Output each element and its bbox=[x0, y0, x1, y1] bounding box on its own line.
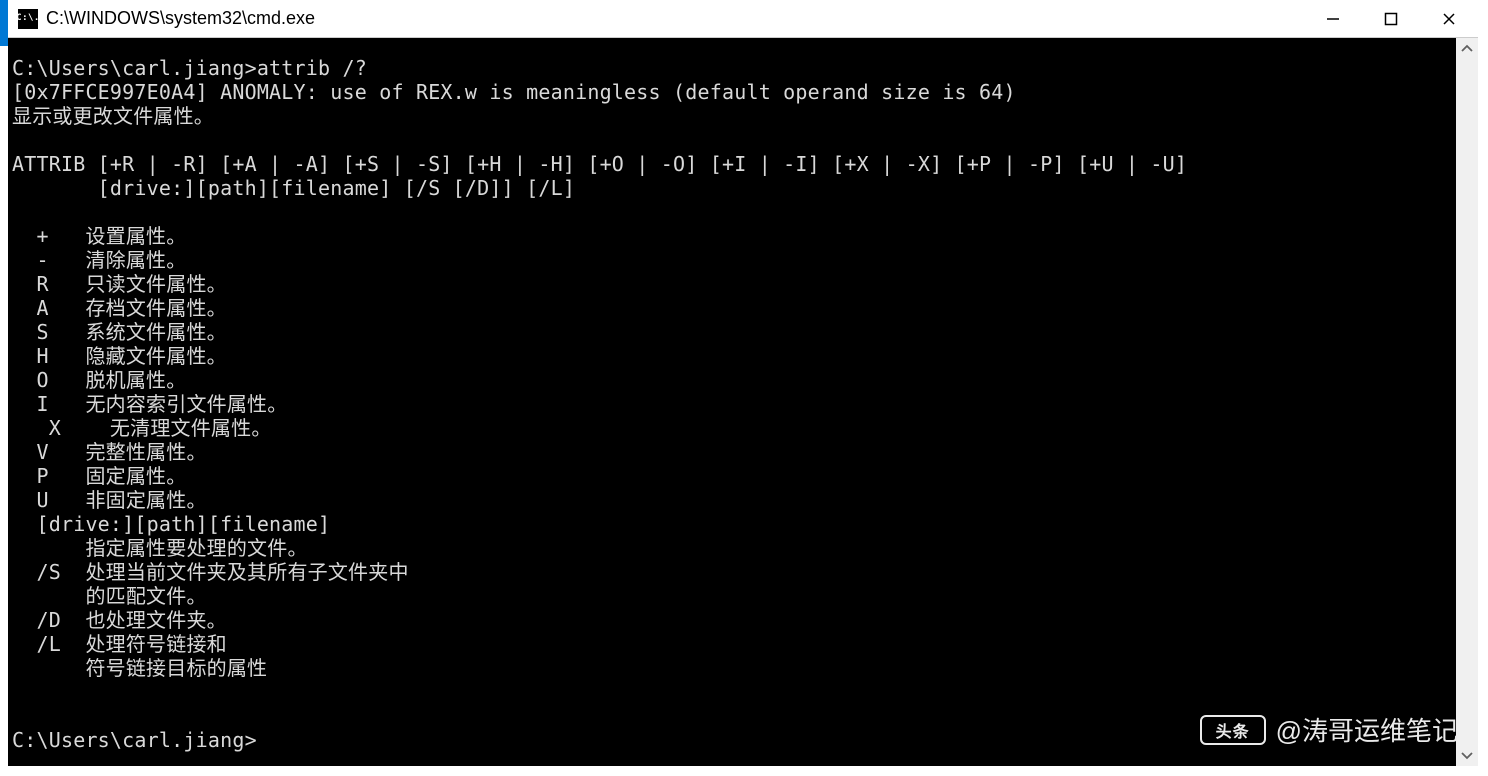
output-line: [0x7FFCE997E0A4] ANOMALY: use of REX.w i… bbox=[12, 80, 1016, 104]
vertical-scrollbar[interactable] bbox=[1456, 38, 1478, 766]
output-line: V 完整性属性。 bbox=[12, 440, 207, 464]
output-line: 显示或更改文件属性。 bbox=[12, 104, 214, 128]
output-line: I 无内容索引文件属性。 bbox=[12, 392, 287, 416]
output-line: [drive:][path][filename] [/S [/D]] [/L] bbox=[12, 176, 575, 200]
output-line: - 清除属性。 bbox=[12, 248, 186, 272]
output-line: ATTRIB [+R | -R] [+A | -A] [+S | -S] [+H… bbox=[12, 152, 1187, 176]
output-line: U 非固定属性。 bbox=[12, 488, 207, 512]
prompt-line: C:\Users\carl.jiang>attrib /? bbox=[12, 56, 367, 80]
output-line: H 隐藏文件属性。 bbox=[12, 344, 227, 368]
output-line: + 设置属性。 bbox=[12, 224, 186, 248]
minimize-button[interactable] bbox=[1304, 1, 1362, 37]
maximize-button[interactable] bbox=[1362, 1, 1420, 37]
output-line: S 系统文件属性。 bbox=[12, 320, 227, 344]
terminal-output[interactable]: C:\Users\carl.jiang>attrib /? [0x7FFCE99… bbox=[8, 38, 1456, 766]
output-line: P 固定属性。 bbox=[12, 464, 186, 488]
watermark-logo: 头条 bbox=[1200, 715, 1266, 745]
output-line: 符号链接目标的属性 bbox=[12, 656, 267, 680]
output-line: 指定属性要处理的文件。 bbox=[12, 536, 308, 560]
output-line: X 无清理文件属性。 bbox=[12, 416, 272, 440]
cmd-window: C:\. C:\WINDOWS\system32\cmd.exe C:\User… bbox=[8, 0, 1478, 766]
cmd-icon: C:\. bbox=[18, 9, 38, 29]
prompt-line: C:\Users\carl.jiang> bbox=[12, 728, 257, 752]
output-line: /D 也处理文件夹。 bbox=[12, 608, 227, 632]
output-line: [drive:][path][filename] bbox=[12, 512, 330, 536]
output-line: O 脱机属性。 bbox=[12, 368, 186, 392]
output-line: R 只读文件属性。 bbox=[12, 272, 227, 296]
scroll-down-arrow-icon[interactable] bbox=[1456, 744, 1478, 766]
scroll-up-arrow-icon[interactable] bbox=[1456, 38, 1478, 60]
output-line: /L 处理符号链接和 bbox=[12, 632, 227, 656]
output-line: /S 处理当前文件夹及其所有子文件夹中 bbox=[12, 560, 409, 584]
output-line: 的匹配文件。 bbox=[12, 584, 207, 608]
window-title: C:\WINDOWS\system32\cmd.exe bbox=[46, 8, 315, 29]
close-button[interactable] bbox=[1420, 1, 1478, 37]
watermark-text: @涛哥运维笔记 bbox=[1276, 711, 1458, 748]
output-line: A 存档文件属性。 bbox=[12, 296, 227, 320]
titlebar[interactable]: C:\. C:\WINDOWS\system32\cmd.exe bbox=[8, 0, 1478, 38]
left-blue-strip bbox=[0, 0, 8, 46]
watermark: 头条 @涛哥运维笔记 bbox=[1200, 711, 1458, 748]
